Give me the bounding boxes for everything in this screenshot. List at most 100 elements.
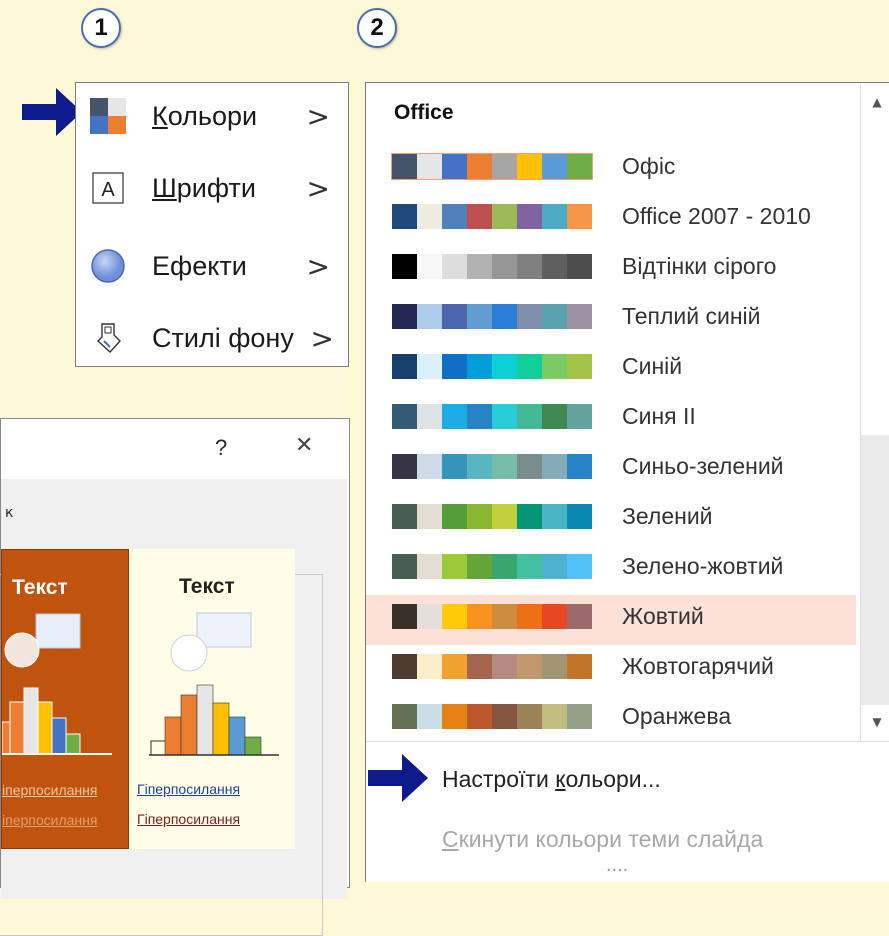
theme-name-label: Жовтогарячий — [622, 653, 774, 679]
menu-item-fonts[interactable]: A Шрифти > — [76, 163, 348, 213]
theme-color-swatch — [542, 304, 567, 329]
scroll-down-button[interactable]: ▼ — [861, 705, 889, 739]
theme-color-swatch — [492, 354, 517, 379]
font-a-icon: A — [90, 170, 126, 206]
theme-color-swatch — [492, 704, 517, 729]
theme-color-swatch — [517, 704, 542, 729]
close-icon[interactable]: ✕ — [295, 433, 313, 458]
theme-color-swatch — [567, 704, 592, 729]
theme-color-swatch — [567, 604, 592, 629]
scroll-up-button[interactable]: ▲ — [861, 85, 889, 119]
theme-name-label: Офіс — [622, 153, 676, 179]
menu-item-background-styles[interactable]: Стилі фону > — [76, 313, 348, 363]
theme-color-swatch — [417, 404, 442, 429]
theme-color-swatch — [542, 204, 567, 229]
color-theme-row[interactable]: Зелено-жовтий — [366, 545, 856, 595]
design-variants-menu: Кольори > A Шрифти > Ефекти > Стилі фону… — [75, 82, 349, 367]
svg-text:A: A — [101, 179, 115, 201]
color-theme-row[interactable]: Синій — [366, 345, 856, 395]
theme-color-swatch — [442, 704, 467, 729]
help-button[interactable]: ? — [215, 435, 227, 461]
theme-color-swatch — [542, 354, 567, 379]
theme-color-swatch — [517, 604, 542, 629]
step-1-badge: 1 — [81, 8, 121, 48]
theme-color-swatch — [542, 654, 567, 679]
theme-color-swatch — [517, 154, 542, 179]
theme-color-swatch — [567, 154, 592, 179]
color-theme-row[interactable]: Теплий синій — [366, 295, 856, 345]
sample-title-text: Текст — [179, 575, 235, 598]
theme-color-swatch — [392, 654, 417, 679]
theme-color-swatch — [567, 504, 592, 529]
color-scheme-icon — [90, 98, 126, 134]
theme-color-swatch — [567, 304, 592, 329]
theme-name-label: Зелено-жовтий — [622, 553, 784, 579]
theme-colors-gallery: Office Офіс Office 2007 - 2010 Відтінки сі… — [365, 82, 889, 882]
theme-color-swatch — [542, 454, 567, 479]
theme-color-swatch — [392, 204, 417, 229]
theme-name-label: Оранжева — [622, 703, 732, 729]
theme-color-swatch — [392, 254, 417, 279]
menu-item-effects[interactable]: Ефекти > — [76, 241, 348, 291]
color-theme-row[interactable]: Оранжева — [366, 695, 856, 745]
theme-color-swatch — [567, 654, 592, 679]
color-theme-row[interactable]: Синя II — [366, 395, 856, 445]
theme-color-swatch — [442, 204, 467, 229]
theme-color-swatch — [442, 504, 467, 529]
theme-color-swatch — [567, 554, 592, 579]
theme-color-swatch — [542, 604, 567, 629]
theme-swatch-strip — [391, 153, 593, 180]
scroll-track[interactable] — [861, 435, 889, 705]
theme-color-swatch — [492, 404, 517, 429]
theme-color-swatch — [392, 404, 417, 429]
sample-hyperlink: Гіперпосилання — [137, 781, 241, 797]
theme-swatch-strip — [392, 454, 592, 479]
theme-color-swatch — [492, 504, 517, 529]
theme-name-label: Синя II — [622, 403, 696, 429]
effects-circle-icon — [90, 248, 126, 284]
color-theme-row[interactable]: Office 2007 - 2010 — [366, 195, 856, 245]
theme-swatch-strip — [392, 504, 592, 529]
theme-color-swatch — [567, 254, 592, 279]
theme-color-swatch — [467, 354, 492, 379]
menu-item-effects-label: Ефекти — [152, 250, 247, 281]
theme-color-swatch — [517, 454, 542, 479]
menu-item-colors[interactable]: Кольори > — [76, 91, 348, 141]
theme-color-swatch — [492, 654, 517, 679]
color-theme-row[interactable]: Жовтогарячий — [366, 645, 856, 695]
color-theme-row[interactable]: Відтінки сірого — [366, 245, 856, 295]
step-2-badge: 2 — [357, 8, 397, 48]
theme-color-swatch — [442, 254, 467, 279]
create-theme-colors-dialog: ? ✕ к Текст іперпосилання іперпосилання … — [0, 418, 350, 936]
step-1-number: 1 — [94, 14, 108, 41]
color-theme-row[interactable]: Зелений — [366, 495, 856, 545]
theme-color-swatch — [517, 254, 542, 279]
theme-color-swatch — [392, 704, 417, 729]
color-theme-row[interactable]: Жовтий — [366, 595, 856, 645]
theme-name-label: Синьо-зелений — [622, 453, 784, 479]
customize-colors-item[interactable]: Настроїти кольори... — [442, 766, 661, 793]
theme-color-swatch — [417, 554, 442, 579]
theme-color-swatch — [492, 254, 517, 279]
light-sample-preview: Текст Гіперпосилання Гіперпосилання — [129, 549, 295, 849]
theme-color-swatch — [467, 604, 492, 629]
theme-swatch-strip — [392, 654, 592, 679]
sample-followed-hyperlink: Гіперпосилання — [137, 811, 241, 827]
step-2-number: 2 — [370, 14, 384, 41]
theme-color-swatch — [467, 504, 492, 529]
theme-name-label: Відтінки сірого — [622, 253, 777, 279]
theme-color-swatch — [542, 404, 567, 429]
theme-color-swatch — [492, 204, 517, 229]
theme-name-label: Синій — [622, 353, 683, 379]
theme-color-swatch — [567, 354, 592, 379]
theme-color-swatch — [467, 554, 492, 579]
color-theme-row[interactable]: Офіс — [366, 145, 856, 195]
background-style-icon — [90, 320, 126, 356]
gallery-scrollbar[interactable]: ▲ ▼ — [860, 85, 889, 741]
theme-color-swatch — [567, 404, 592, 429]
theme-color-swatch — [442, 654, 467, 679]
theme-color-swatch — [567, 454, 592, 479]
theme-color-swatch — [517, 504, 542, 529]
color-theme-row[interactable]: Синьо-зелений — [366, 445, 856, 495]
theme-color-swatch — [417, 304, 442, 329]
